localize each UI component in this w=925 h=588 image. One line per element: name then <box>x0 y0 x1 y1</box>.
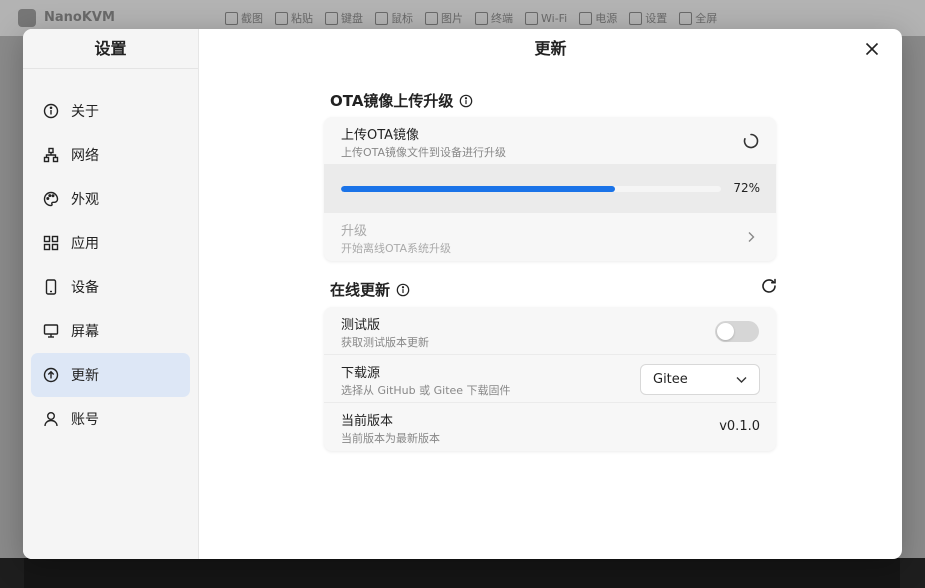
apps-icon <box>43 235 59 251</box>
sidebar-title: 设置 <box>23 29 198 69</box>
download-source-subtitle: 选择从 GitHub 或 Gitee 下载固件 <box>341 384 511 397</box>
bg-nav-item: 粘贴 <box>275 10 313 26</box>
upload-progress-fill <box>341 186 615 192</box>
bg-nav-item: 鼠标 <box>375 10 413 26</box>
sidebar-item-label: 关于 <box>71 104 99 120</box>
bg-nav-item: 键盘 <box>325 10 363 26</box>
close-icon[interactable] <box>864 41 880 57</box>
user-icon <box>43 411 59 427</box>
loading-spinner-icon <box>743 133 759 149</box>
sidebar-item-device[interactable]: 设备 <box>31 265 190 309</box>
sidebar-item-label: 设备 <box>71 280 99 296</box>
download-source-row: 下载源 选择从 GitHub 或 Gitee 下载固件 Gitee <box>324 355 776 403</box>
current-version-row: 当前版本 当前版本为最新版本 v0.1.0 <box>324 403 776 451</box>
page-title: 更新 <box>534 39 567 58</box>
upload-progress-bar <box>341 186 721 192</box>
bg-nav-item: 设置 <box>629 10 667 26</box>
online-card: 测试版 获取测试版本更新 下载源 选择从 GitHub 或 Gitee 下载固件… <box>324 307 776 451</box>
ota-section-label: OTA镜像上传升级 <box>330 92 454 110</box>
sidebar-item-update[interactable]: 更新 <box>31 353 190 397</box>
sidebar-item-label: 应用 <box>71 236 99 252</box>
upload-ota-subtitle: 上传OTA镜像文件到设备进行升级 <box>341 146 507 159</box>
download-source-select[interactable]: Gitee <box>640 364 760 395</box>
background-nav: 截图 粘贴 键盘 鼠标 图片 终端 Wi-Fi 电源 设置 全屏 <box>225 10 717 26</box>
current-version-value: v0.1.0 <box>719 419 760 434</box>
beta-title: 测试版 <box>341 318 381 333</box>
info-icon <box>43 103 59 119</box>
monitor-icon <box>43 323 59 339</box>
chevron-right-icon <box>748 232 755 242</box>
bg-nav-item: 图片 <box>425 10 463 26</box>
upload-ota-row[interactable]: 上传OTA镜像 上传OTA镜像文件到设备进行升级 <box>324 117 776 165</box>
current-version-title: 当前版本 <box>341 414 394 429</box>
sidebar-item-label: 账号 <box>71 412 99 428</box>
app-brand: NanoKVM <box>44 10 115 25</box>
sidebar-list: 关于 网络 外观 应用 设备 屏幕 更新 账号 <box>31 89 190 441</box>
beta-subtitle: 获取测试版本更新 <box>341 336 429 349</box>
settings-dialog: 设置 关于 网络 外观 应用 设备 屏幕 更新 账号 更新 OTA镜像上传升级 … <box>23 29 902 559</box>
background-screen <box>0 558 925 588</box>
app-logo <box>18 9 36 27</box>
bg-nav-item: Wi-Fi <box>525 10 567 26</box>
upload-ota-title: 上传OTA镜像 <box>341 128 420 143</box>
sidebar-item-label: 更新 <box>71 368 99 384</box>
download-source-title: 下载源 <box>341 366 381 381</box>
toggle-knob <box>717 323 734 340</box>
ota-section-title: OTA镜像上传升级 <box>330 90 473 111</box>
sidebar-item-label: 屏幕 <box>71 324 99 340</box>
info-icon[interactable] <box>396 283 410 297</box>
online-section-title: 在线更新 <box>330 279 410 300</box>
refresh-icon[interactable] <box>760 277 778 295</box>
bg-nav-item: 终端 <box>475 10 513 26</box>
palette-icon <box>43 191 59 207</box>
sidebar-item-apps[interactable]: 应用 <box>31 221 190 265</box>
device-icon <box>43 279 59 295</box>
upgrade-subtitle: 开始离线OTA系统升级 <box>341 242 452 255</box>
sidebar-item-appearance[interactable]: 外观 <box>31 177 190 221</box>
info-icon[interactable] <box>459 94 473 108</box>
settings-sidebar: 设置 关于 网络 外观 应用 设备 屏幕 更新 账号 <box>23 29 199 559</box>
settings-main: 更新 OTA镜像上传升级 上传OTA镜像 上传OTA镜像文件到设备进行升级 72… <box>199 29 902 559</box>
upload-progress-percent: 72% <box>733 181 760 195</box>
sidebar-item-label: 外观 <box>71 192 99 208</box>
sidebar-item-network[interactable]: 网络 <box>31 133 190 177</box>
sidebar-item-screen[interactable]: 屏幕 <box>31 309 190 353</box>
current-version-subtitle: 当前版本为最新版本 <box>341 432 440 445</box>
ota-card: 上传OTA镜像 上传OTA镜像文件到设备进行升级 72% 升级 开始离线OTA系… <box>324 117 776 261</box>
sidebar-item-label: 网络 <box>71 148 99 164</box>
beta-row: 测试版 获取测试版本更新 <box>324 307 776 355</box>
upgrade-row[interactable]: 升级 开始离线OTA系统升级 <box>324 213 776 261</box>
update-icon <box>43 367 59 383</box>
background-screen-inner <box>24 558 900 588</box>
beta-toggle[interactable] <box>715 321 759 342</box>
download-source-value: Gitee <box>653 372 688 387</box>
network-icon <box>43 147 59 163</box>
chevron-down-icon <box>736 377 747 383</box>
bg-nav-item: 全屏 <box>679 10 717 26</box>
upload-progress-row: 72% <box>324 165 776 213</box>
upgrade-title: 升级 <box>341 224 368 239</box>
bg-nav-item: 截图 <box>225 10 263 26</box>
bg-nav-item: 电源 <box>579 10 617 26</box>
online-section-label: 在线更新 <box>330 281 391 299</box>
sidebar-item-account[interactable]: 账号 <box>31 397 190 441</box>
sidebar-item-about[interactable]: 关于 <box>31 89 190 133</box>
